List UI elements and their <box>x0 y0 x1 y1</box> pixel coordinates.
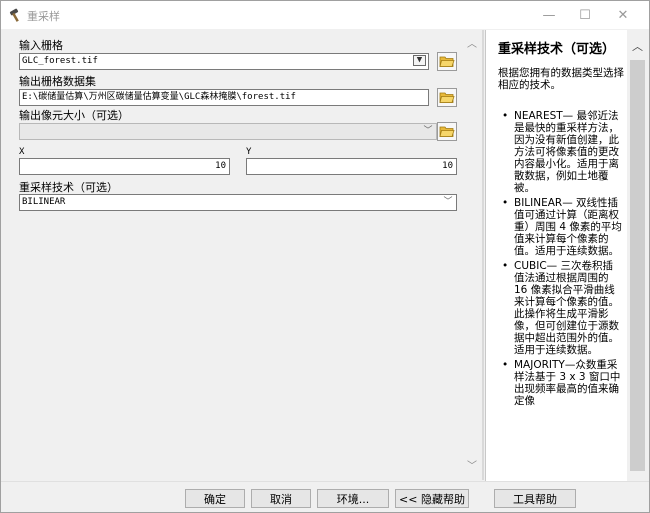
output-raster-value: E:\碳储量估算\万州区碳储量估算变量\GLC森林掩膜\forest.tif <box>22 92 296 102</box>
help-list: NEAREST— 最邻近法是最快的重采样方法，因为没有新值创建，此方法可将像素值… <box>502 110 622 410</box>
minimize-button[interactable]: — <box>534 1 564 29</box>
hammer-icon <box>8 8 24 22</box>
chevron-down-icon[interactable]: ▼ <box>413 55 426 66</box>
input-raster-browse-button[interactable] <box>437 52 457 71</box>
resampling-label: 重采样技术（可选） <box>19 181 118 194</box>
chevron-down-icon[interactable]: ﹀ <box>420 124 436 139</box>
help-item-nearest: NEAREST— 最邻近法是最快的重采样方法，因为没有新值创建，此方法可将像素值… <box>502 110 622 194</box>
parameters-scrollbar[interactable]: ︿ ﹀ <box>464 31 481 472</box>
cell-size-combo[interactable]: ﹀ <box>19 123 437 140</box>
y-label: Y <box>246 147 252 157</box>
resampling-combo[interactable]: BILINEAR ﹀ <box>19 194 457 211</box>
chevron-down-icon[interactable]: ﹀ <box>440 195 456 210</box>
cell-size-label: 输出像元大小（可选） <box>19 109 129 122</box>
hide-help-button[interactable]: << 隐藏帮助 <box>395 489 469 508</box>
x-cell-size-input[interactable]: 10 <box>19 158 230 175</box>
ok-button[interactable]: 确定 <box>185 489 245 508</box>
x-label: X <box>19 147 25 157</box>
help-item-cubic: CUBIC— 三次卷积插值法通过根据周围的 16 像素拟合平滑曲线来计算每个像素… <box>502 260 622 356</box>
scroll-thumb[interactable] <box>630 60 645 471</box>
resample-dialog: 重采样 — ☐ ✕ 输入栅格 GLC_forest.tif ▼ 输出栅格数据集 … <box>0 0 650 513</box>
resampling-value: BILINEAR <box>22 197 66 207</box>
help-item-bilinear: BILINEAR— 双线性插值可通过计算（距离权重）周围 4 像素的平均值来计算… <box>502 197 622 257</box>
environments-button[interactable]: 环境... <box>317 489 389 508</box>
input-raster-combo[interactable]: GLC_forest.tif ▼ <box>19 53 429 70</box>
scroll-up-icon[interactable]: ︿ <box>467 35 477 50</box>
folder-open-icon <box>439 126 455 137</box>
help-item-majority: MAJORITY—众数重采样法基于 3 x 3 窗口中出现频率最高的值来确定像 <box>502 359 622 407</box>
help-title: 重采样技术（可选） <box>498 42 616 57</box>
output-raster-input[interactable]: E:\碳储量估算\万州区碳储量估算变量\GLC森林掩膜\forest.tif <box>19 89 429 106</box>
output-raster-browse-button[interactable] <box>437 88 457 107</box>
x-value: 10 <box>215 161 226 171</box>
input-raster-value: GLC_forest.tif <box>22 56 98 66</box>
window-title: 重采样 <box>27 10 60 23</box>
help-pane: 重采样技术（可选） 根据您拥有的数据类型选择相应的技术。 NEAREST— 最邻… <box>485 30 649 481</box>
help-intro: 根据您拥有的数据类型选择相应的技术。 <box>498 67 624 91</box>
folder-open-icon <box>439 56 455 67</box>
parameters-pane: 输入栅格 GLC_forest.tif ▼ 输出栅格数据集 E:\碳储量估算\万… <box>3 30 481 478</box>
help-scrollbar[interactable]: ︿ <box>627 30 649 481</box>
scroll-down-icon[interactable]: ﹀ <box>467 457 477 472</box>
scroll-up-icon[interactable]: ︿ <box>632 38 643 54</box>
folder-open-icon <box>439 92 455 103</box>
close-button[interactable]: ✕ <box>608 1 638 29</box>
cancel-button[interactable]: 取消 <box>251 489 311 508</box>
y-cell-size-input[interactable]: 10 <box>246 158 457 175</box>
maximize-button[interactable]: ☐ <box>570 1 600 29</box>
title-bar: 重采样 — ☐ ✕ <box>1 1 649 29</box>
button-bar: 确定 取消 环境... << 隐藏帮助 工具帮助 <box>1 481 649 512</box>
tool-help-button[interactable]: 工具帮助 <box>494 489 576 508</box>
pane-splitter[interactable] <box>482 30 484 480</box>
input-raster-label: 输入栅格 <box>19 39 63 52</box>
cell-size-browse-button[interactable] <box>437 122 457 141</box>
y-value: 10 <box>442 161 453 171</box>
output-raster-label: 输出栅格数据集 <box>19 75 96 88</box>
